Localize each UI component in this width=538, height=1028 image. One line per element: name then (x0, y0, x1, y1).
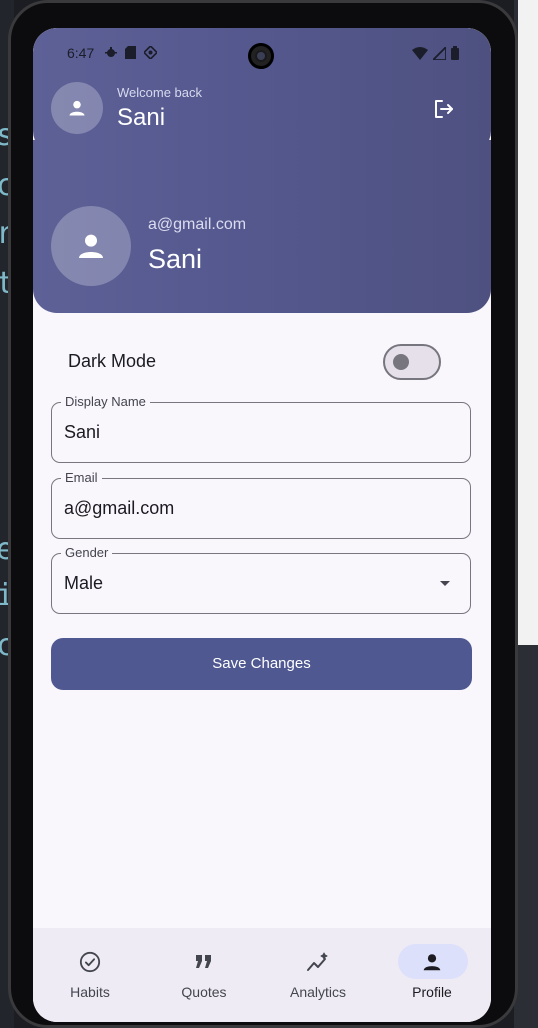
logout-button[interactable] (427, 92, 461, 126)
person-icon (423, 954, 441, 971)
email-value[interactable]: a@gmail.com (64, 498, 174, 519)
nav-label-habits: Habits (70, 984, 110, 1000)
nav-item-analytics[interactable]: Analytics (261, 928, 375, 1022)
nav-item-quotes[interactable]: Quotes (147, 928, 261, 1022)
gender-label: Gender (61, 545, 113, 560)
sd-card-icon (125, 46, 136, 59)
analytics-icon (307, 952, 328, 971)
nav-item-profile[interactable]: Profile (375, 928, 489, 1022)
app-screen: 6:47 Welcome back Sani a@gmail.com Sani … (33, 28, 491, 1022)
status-time: 6:47 (67, 45, 95, 61)
profile-avatar (51, 206, 131, 286)
diamond-icon (144, 46, 157, 59)
save-changes-button[interactable]: Save Changes (51, 638, 472, 690)
display-name-field[interactable]: Display Name Sani (51, 394, 471, 463)
nav-item-habits[interactable]: Habits (33, 928, 147, 1022)
display-name-label: Display Name (61, 394, 150, 409)
gender-value: Male (64, 573, 104, 593)
toggle-knob (393, 354, 409, 370)
nav-label-quotes: Quotes (181, 984, 227, 1000)
email-label: Email (61, 470, 102, 485)
header-user-name: Sani (117, 104, 166, 131)
wifi-icon (412, 46, 428, 60)
debug-icon (105, 47, 117, 57)
signal-icon (433, 46, 446, 60)
quote-icon (196, 955, 211, 968)
avatar (51, 82, 103, 134)
nav-label-profile: Profile (412, 984, 452, 1000)
dark-mode-label: Dark Mode (68, 351, 157, 371)
display-name-value[interactable]: Sani (64, 422, 100, 443)
front-camera (248, 43, 274, 69)
gender-select[interactable]: Gender Male (51, 545, 471, 614)
person-icon (79, 234, 103, 258)
check-circle-icon (79, 951, 101, 973)
battery-icon (451, 46, 459, 60)
profile-email: a@gmail.com (148, 216, 247, 233)
profile-name: Sani (148, 244, 203, 274)
welcome-label: Welcome back (117, 85, 203, 100)
bottom-navigation: Habits Quotes Analytics Profile (33, 928, 491, 1022)
person-icon (69, 100, 85, 116)
nav-label-analytics: Analytics (289, 984, 347, 1000)
dropdown-arrow-icon[interactable] (440, 581, 450, 586)
email-field[interactable]: Email a@gmail.com (51, 470, 471, 539)
dark-mode-toggle[interactable] (383, 344, 441, 380)
logout-icon (435, 100, 453, 118)
